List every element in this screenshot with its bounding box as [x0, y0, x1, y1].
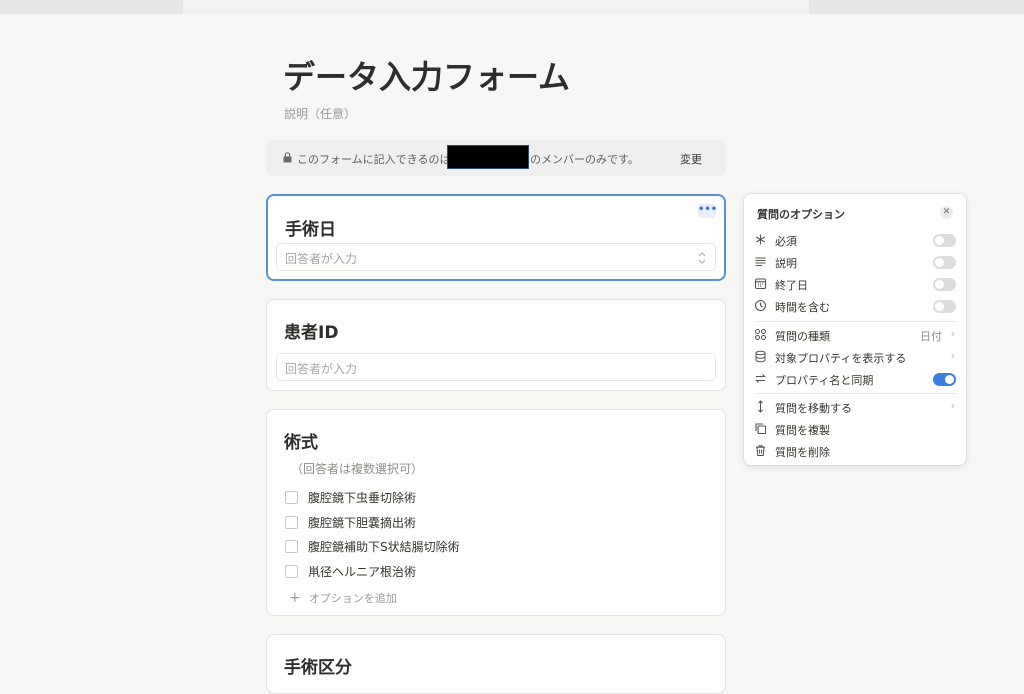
delete-question-row[interactable]: 質問を削除 — [744, 441, 966, 461]
option-label[interactable]: 腹腔鏡下虫垂切除術 — [308, 489, 416, 506]
browser-top-strip — [0, 0, 1024, 14]
question-card-surgery-category[interactable]: 手術区分 — [266, 634, 726, 694]
description-toggle[interactable] — [933, 256, 956, 269]
show-property-label: 対象プロパティを表示する — [775, 352, 907, 365]
trash-icon — [756, 445, 765, 457]
option-label[interactable]: 腹腔鏡補助下S状結腸切除術 — [308, 538, 460, 555]
multi-select-hint: （回答者は複数選択可） — [291, 462, 424, 476]
text-lines-icon — [755, 257, 766, 267]
question-title[interactable]: 術式 — [284, 428, 318, 453]
duplicate-label: 質問を複製 — [775, 424, 830, 437]
question-type-value: 日付 — [920, 330, 942, 343]
calendar-icon — [754, 278, 767, 290]
clock-icon — [754, 299, 767, 312]
toggle-end-date-row[interactable]: 終了日 — [744, 274, 966, 294]
move-vertical-icon — [758, 400, 763, 413]
add-option-button[interactable]: + オプションを追加 — [289, 590, 397, 606]
sync-icon — [755, 374, 766, 383]
divider — [754, 321, 956, 322]
lock-icon — [283, 152, 292, 163]
include-time-toggle[interactable] — [933, 300, 956, 313]
divider — [754, 393, 956, 394]
toggle-label: 時間を含む — [775, 301, 830, 314]
add-option-label: オプションを追加 — [308, 592, 397, 605]
checkbox[interactable] — [285, 491, 298, 504]
question-card-surgery-date[interactable]: ••• 手術日 回答者が入力 — [266, 194, 726, 281]
sync-toggle[interactable] — [933, 373, 956, 386]
form-description[interactable]: 説明（任意） — [284, 105, 356, 122]
question-type-label: 質問の種類 — [775, 330, 830, 343]
panel-title: 質問のオプション — [757, 208, 845, 221]
toggle-label: 終了日 — [775, 279, 808, 292]
toggle-label: 説明 — [775, 257, 797, 270]
notice-text-before: このフォームに記入できるのは — [297, 153, 451, 166]
toggle-required-row[interactable]: 必須 — [744, 230, 966, 250]
form-page: データ入力フォーム 説明（任意） このフォームに記入できるのは のメンバーのみで… — [0, 14, 1024, 694]
grid-icon — [755, 329, 766, 340]
end-date-toggle[interactable] — [933, 278, 956, 291]
question-title[interactable]: 手術区分 — [284, 653, 352, 678]
form-title[interactable]: データ入力フォーム — [283, 52, 570, 98]
question-title[interactable]: 患者ID — [284, 318, 338, 343]
show-property-row[interactable]: 対象プロパティを表示する › — [744, 347, 966, 367]
stepper-icon — [698, 252, 706, 264]
option-label[interactable]: 腹腔鏡下胆嚢摘出術 — [308, 514, 416, 531]
option-label[interactable]: 鼡径ヘルニア根治術 — [308, 563, 416, 580]
answer-input[interactable]: 回答者が入力 — [276, 353, 716, 381]
checkbox[interactable] — [285, 565, 298, 578]
duplicate-icon — [755, 423, 767, 435]
question-options-panel: 質問のオプション ✕ 必須 説明 終了日 時間を含む 質問の種類 日付 › 対象… — [744, 194, 966, 465]
delete-label: 質問を削除 — [775, 446, 830, 459]
checkbox[interactable] — [285, 516, 298, 529]
checkbox[interactable] — [285, 540, 298, 553]
asterisk-icon — [755, 234, 766, 245]
question-title[interactable]: 手術日 — [285, 215, 336, 240]
plus-icon: + — [289, 590, 301, 606]
toggle-label: 必須 — [775, 235, 797, 248]
question-card-procedure[interactable]: 術式 （回答者は複数選択可） 腹腔鏡下虫垂切除術 腹腔鏡下胆嚢摘出術 腹腔鏡補助… — [266, 409, 726, 616]
chevron-right-icon: › — [950, 349, 955, 362]
move-label: 質問を移動する — [775, 402, 852, 415]
required-toggle[interactable] — [933, 234, 956, 247]
chevron-right-icon: › — [950, 327, 955, 340]
redacted-workspace-name — [447, 145, 529, 169]
close-icon[interactable]: ✕ — [940, 206, 953, 219]
sync-property-name-row[interactable]: プロパティ名と同期 — [744, 369, 966, 389]
question-type-row[interactable]: 質問の種類 日付 › — [744, 325, 966, 345]
answer-input[interactable]: 回答者が入力 — [276, 243, 716, 271]
toggle-include-time-row[interactable]: 時間を含む — [744, 296, 966, 316]
sync-label: プロパティ名と同期 — [775, 374, 874, 387]
top-strip-highlight — [183, 0, 809, 14]
notice-text-after: のメンバーのみです。 — [530, 153, 639, 166]
database-icon — [755, 350, 766, 363]
chevron-right-icon: › — [950, 399, 955, 412]
more-options-icon[interactable]: ••• — [698, 204, 717, 218]
change-access-button[interactable]: 変更 — [680, 151, 702, 167]
move-question-row[interactable]: 質問を移動する › — [744, 397, 966, 417]
access-notice: このフォームに記入できるのは のメンバーのみです。 変更 — [266, 140, 726, 176]
toggle-description-row[interactable]: 説明 — [744, 252, 966, 272]
question-card-patient-id[interactable]: 患者ID 回答者が入力 — [266, 299, 726, 391]
duplicate-question-row[interactable]: 質問を複製 — [744, 419, 966, 439]
